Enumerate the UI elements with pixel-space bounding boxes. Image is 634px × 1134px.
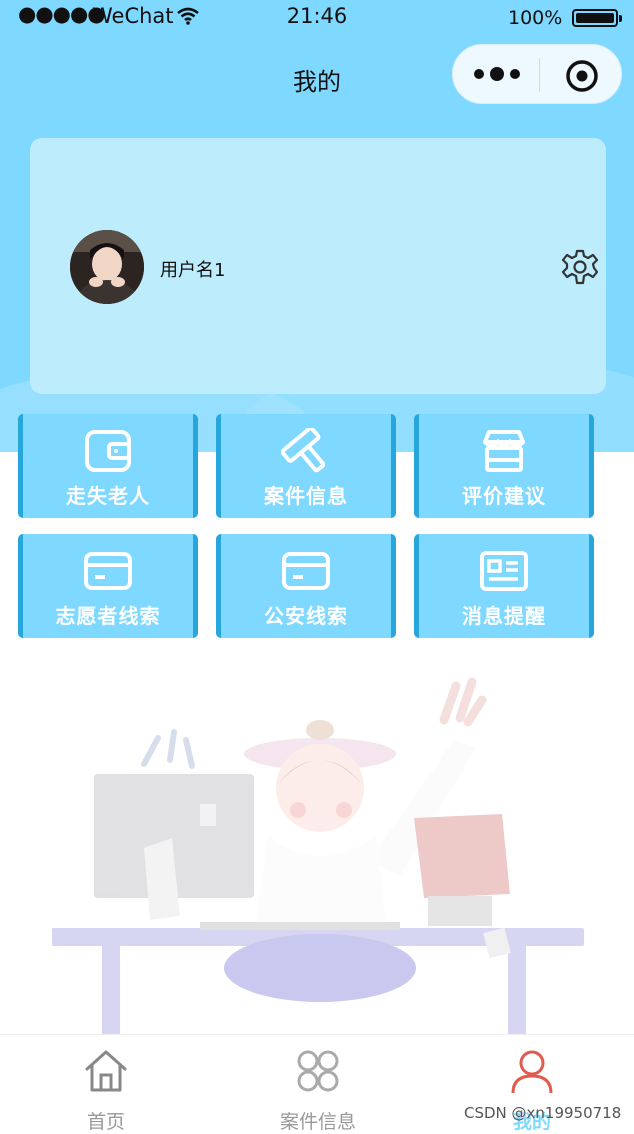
grid-icon [294,1047,342,1095]
decorative-illustration [40,676,600,1036]
gear-icon[interactable] [560,248,600,288]
menu-item-notifications[interactable]: 消息提醒 [414,534,594,638]
menu-item-police-clues[interactable]: 公安线索 [216,534,396,638]
watermark: CSDN @xn19950718 [464,1104,622,1122]
home-icon [82,1047,130,1095]
hammer-icon [221,428,391,474]
menu-label: 走失老人 [66,484,150,508]
id-card-icon [419,548,589,594]
status-bar: ●●●●● WeChat 21:46 100% [0,0,634,36]
menu-item-feedback[interactable]: 评价建议 [414,414,594,518]
more-icon[interactable] [469,61,529,87]
mini-program-capsule [452,44,622,104]
menu-item-missing-elderly[interactable]: 走失老人 [18,414,198,518]
menu-label: 案件信息 [264,484,348,508]
tab-case-info[interactable]: 案件信息 [238,1035,398,1133]
card-icon [221,548,391,594]
wallet-icon [23,428,193,474]
menu-label: 消息提醒 [462,604,546,628]
card-icon [23,548,193,594]
battery-icon [572,9,622,27]
profile-card: 用户名1 [30,138,606,394]
menu-label: 评价建议 [462,484,546,508]
store-icon [419,428,589,474]
menu-label: 公安线索 [264,604,348,628]
avatar[interactable] [70,230,144,304]
menu-item-case-info[interactable]: 案件信息 [216,414,396,518]
user-icon [508,1047,556,1095]
battery-percent: 100% [508,7,563,29]
close-icon[interactable] [565,59,599,93]
menu-item-volunteer-clues[interactable]: 志愿者线索 [18,534,198,638]
tab-home[interactable]: 首页 [26,1035,186,1133]
username: 用户名1 [160,260,226,281]
menu-label: 志愿者线索 [55,604,161,628]
